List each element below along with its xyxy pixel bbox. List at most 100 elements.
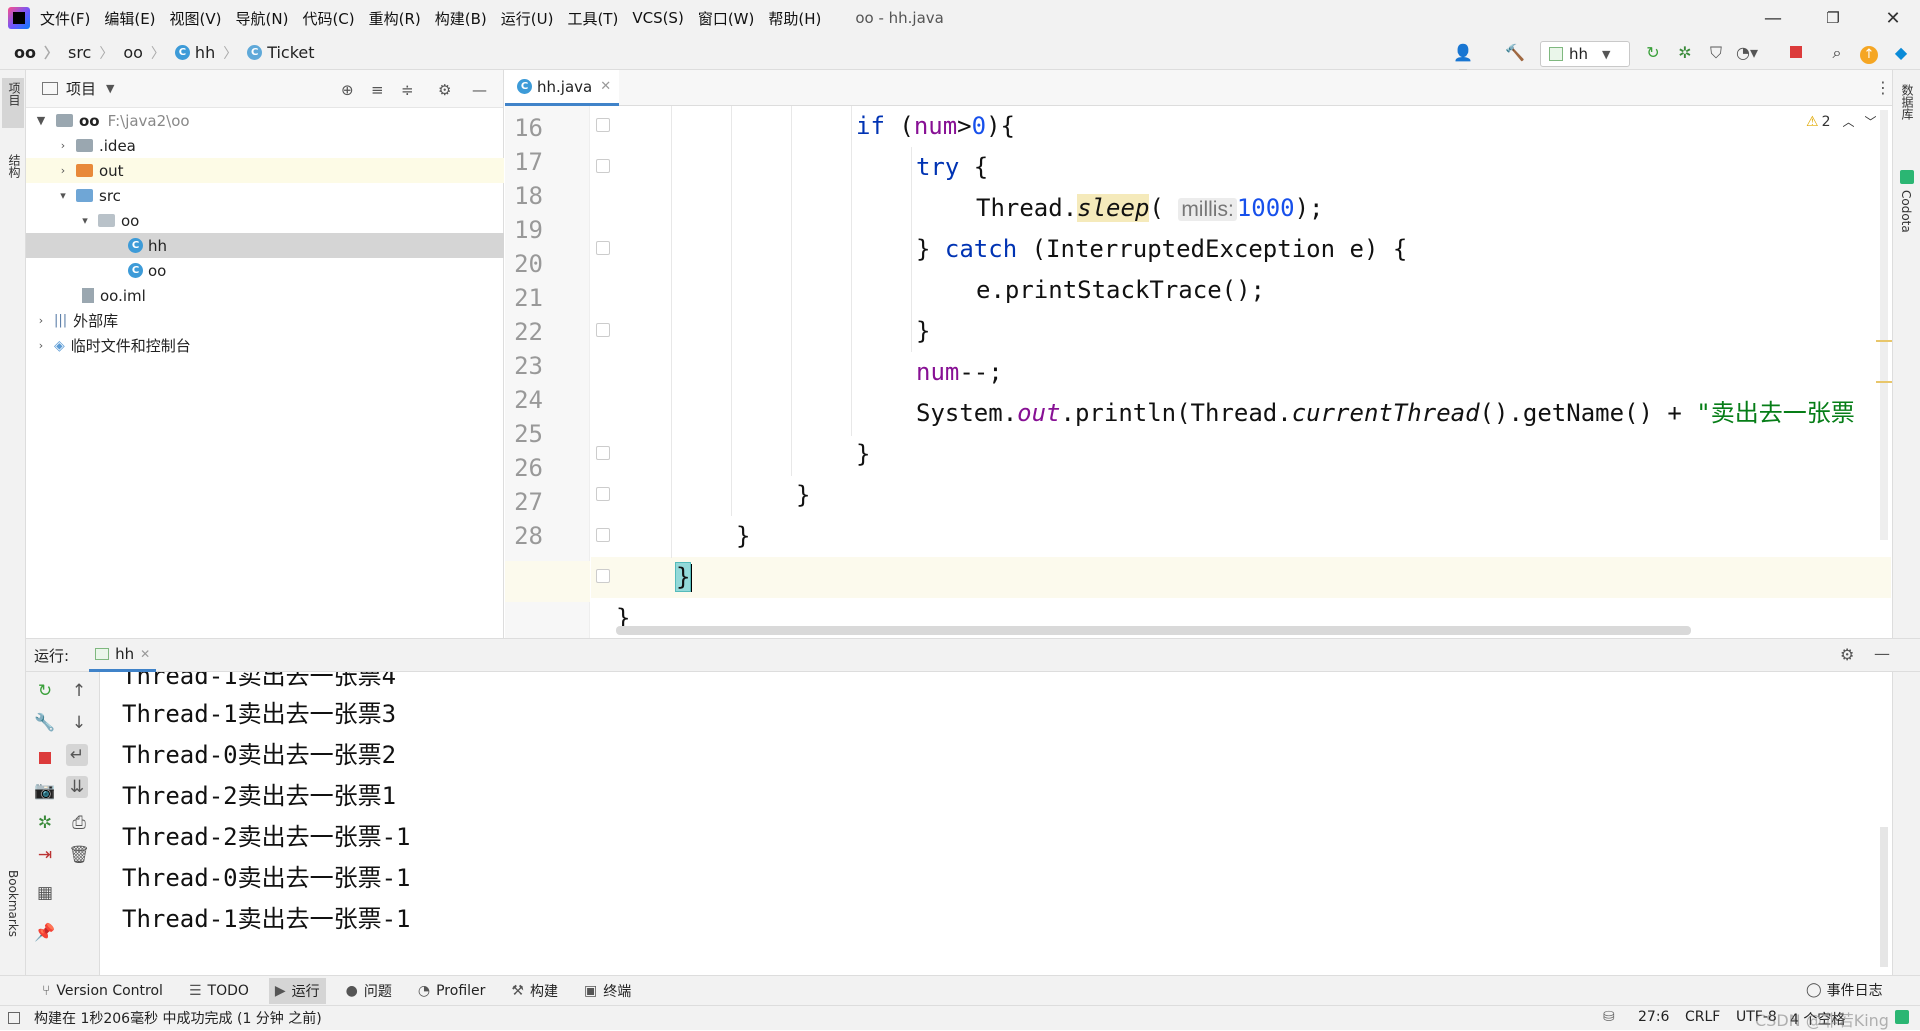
restore-button[interactable]: ❐ <box>1808 0 1858 36</box>
tree-item-class-oo[interactable]: C oo <box>26 258 504 283</box>
menu-window[interactable]: 窗口(W) <box>698 8 755 29</box>
menu-view[interactable]: 视图(V) <box>170 8 222 29</box>
tool-todo[interactable]: ☰ TODO <box>183 980 255 1002</box>
code-area[interactable]: if (num>0){ try { Thread.sleep( millis: 1… <box>591 106 1895 638</box>
coverage-icon[interactable]: ⛉ <box>1705 43 1727 63</box>
fold-marker-icon[interactable] <box>596 241 610 255</box>
fold-marker-icon[interactable] <box>596 528 610 542</box>
close-tab-icon[interactable]: ✕ <box>140 647 150 661</box>
more-options-icon[interactable]: ⋮ <box>1875 78 1891 97</box>
tree-item-class-hh[interactable]: C hh <box>26 233 504 258</box>
inspection-widget[interactable]: ⚠ 2 ︿ ﹀ <box>1806 113 1877 130</box>
project-tool-tab[interactable]: 项目 <box>6 82 23 106</box>
memory-indicator-icon[interactable]: ⛁ <box>1603 1009 1615 1025</box>
search-icon[interactable]: ⌕ <box>1826 43 1848 63</box>
menu-run[interactable]: 运行(U) <box>501 8 554 29</box>
fold-marker-icon[interactable] <box>596 569 610 583</box>
tree-item-scratches[interactable]: › ◈ 临时文件和控制台 <box>26 333 504 358</box>
line-separator[interactable]: CRLF <box>1685 1009 1720 1025</box>
gear-icon[interactable]: ⚙ <box>438 81 451 99</box>
debug-icon[interactable]: ✲ <box>1674 43 1696 63</box>
tree-item-external-libraries[interactable]: › ||| 外部库 <box>26 308 504 333</box>
tool-build[interactable]: ⚒ 构建 <box>505 978 564 1004</box>
menu-help[interactable]: 帮助(H) <box>768 8 821 29</box>
run-configuration-select[interactable]: hh ▼ <box>1540 41 1630 67</box>
debug-icon[interactable]: ✲ <box>34 812 56 834</box>
menu-tools[interactable]: 工具(T) <box>567 8 618 29</box>
warning-stripe-marker[interactable] <box>1876 381 1892 383</box>
fold-marker-icon[interactable] <box>596 487 610 501</box>
tree-item-iml[interactable]: oo.iml <box>26 283 504 308</box>
horizontal-scrollbar[interactable] <box>616 626 1691 635</box>
codota-status-icon[interactable] <box>1895 1010 1909 1024</box>
project-panel-title[interactable]: 项目 <box>66 78 96 99</box>
build-hammer-icon[interactable]: 🔨 <box>1504 43 1526 63</box>
chevron-up-icon[interactable]: ︿ <box>1842 113 1854 130</box>
minimize-button[interactable]: — <box>1748 0 1798 36</box>
tree-item-package-oo[interactable]: ▾ oo <box>26 208 504 233</box>
database-tool-tab[interactable]: 数据库 <box>1899 84 1916 120</box>
close-window-button[interactable]: ✕ <box>1868 0 1918 36</box>
tool-run[interactable]: ▶ 运行 <box>268 977 326 1004</box>
soft-wrap-icon[interactable]: ↵ <box>66 744 88 766</box>
breadcrumb-package[interactable]: oo 〉 <box>123 43 165 63</box>
tool-event-log[interactable]: ◯ 事件日志 <box>1800 977 1889 1003</box>
structure-tool-tab[interactable]: 结构 <box>6 154 23 178</box>
exit-icon[interactable]: ⇥ <box>34 844 56 866</box>
editor-tab-hh-java[interactable]: C hh.java ✕ <box>505 70 619 106</box>
profile-icon[interactable]: ◔▾ <box>1736 43 1758 63</box>
stop-icon[interactable] <box>34 748 56 770</box>
menu-file[interactable]: 文件(F) <box>40 8 90 29</box>
menu-navigate[interactable]: 导航(N) <box>236 8 289 29</box>
status-message[interactable]: 构建在 1秒206毫秒 中成功完成 (1 分钟 之前) <box>34 1008 322 1028</box>
wrench-icon[interactable]: 🔧 <box>34 712 56 734</box>
tree-item-idea[interactable]: › .idea <box>26 133 504 158</box>
fold-marker-icon[interactable] <box>596 159 610 173</box>
print-icon[interactable]: ⎙ <box>68 812 90 834</box>
tree-item-project-root[interactable]: ▼ oo F:\java2\oo <box>26 108 504 133</box>
caret-position[interactable]: 27:6 <box>1638 1009 1669 1025</box>
tree-item-src[interactable]: ▾ src <box>26 183 504 208</box>
update-icon[interactable]: ↑ <box>1858 43 1880 64</box>
expand-all-icon[interactable]: ≡ <box>371 81 384 99</box>
console-scrollbar[interactable] <box>1880 827 1888 967</box>
rerun-icon[interactable]: ↻ <box>34 680 56 702</box>
collapse-all-icon[interactable]: ≑ <box>401 81 414 99</box>
tool-terminal[interactable]: ▣ 终端 <box>578 978 637 1004</box>
scroll-to-end-icon[interactable]: ⇊ <box>66 776 88 798</box>
codota-tool-tab[interactable]: Codota <box>1899 190 1913 233</box>
menu-code[interactable]: 代码(C) <box>302 8 354 29</box>
locate-icon[interactable]: ⊕ <box>341 81 354 99</box>
breadcrumb-class-ticket[interactable]: C Ticket <box>247 43 315 62</box>
chevron-down-icon[interactable]: ﹀ <box>1865 113 1877 130</box>
tool-version-control[interactable]: ⑂ Version Control <box>36 980 169 1002</box>
trash-icon[interactable]: 🗑 <box>68 844 90 866</box>
hide-panel-icon[interactable]: — <box>472 81 487 99</box>
toggle-tool-windows-icon[interactable] <box>8 1012 20 1024</box>
user-icon[interactable]: 👤▾ <box>1452 43 1474 82</box>
fold-marker-icon[interactable] <box>596 446 610 460</box>
breadcrumb-project[interactable]: oo 〉 <box>14 43 58 63</box>
menu-refactor[interactable]: 重构(R) <box>369 8 421 29</box>
menu-edit[interactable]: 编辑(E) <box>104 8 155 29</box>
vertical-scrollbar[interactable] <box>1880 110 1888 540</box>
run-tab-hh[interactable]: hh ✕ <box>89 638 157 672</box>
warning-stripe-marker[interactable] <box>1876 340 1892 342</box>
console-output[interactable]: Thread-1卖出去一张票4 Thread-1卖出去一张票3 Thread-0… <box>100 672 1892 975</box>
pin-icon[interactable]: 📌 <box>34 922 56 944</box>
chevron-down-icon[interactable]: ▼ <box>106 82 114 95</box>
tree-item-out[interactable]: › out <box>26 158 504 183</box>
stop-icon[interactable] <box>1785 43 1807 63</box>
toolbox-icon[interactable]: ◆ <box>1890 43 1912 63</box>
fold-marker-icon[interactable] <box>596 118 610 132</box>
tool-problems[interactable]: ● 问题 <box>340 978 398 1004</box>
gear-icon[interactable]: ⚙ <box>1840 645 1854 664</box>
rerun-icon[interactable]: ↻ <box>1642 43 1664 63</box>
fold-marker-icon[interactable] <box>596 323 610 337</box>
close-tab-icon[interactable]: ✕ <box>600 79 611 94</box>
menu-vcs[interactable]: VCS(S) <box>632 9 683 27</box>
hide-panel-icon[interactable]: — <box>1874 644 1890 663</box>
arrow-down-icon[interactable]: ↓ <box>68 712 90 734</box>
camera-icon[interactable]: 📷 <box>34 780 56 802</box>
tool-profiler[interactable]: ◔ Profiler <box>412 980 492 1002</box>
